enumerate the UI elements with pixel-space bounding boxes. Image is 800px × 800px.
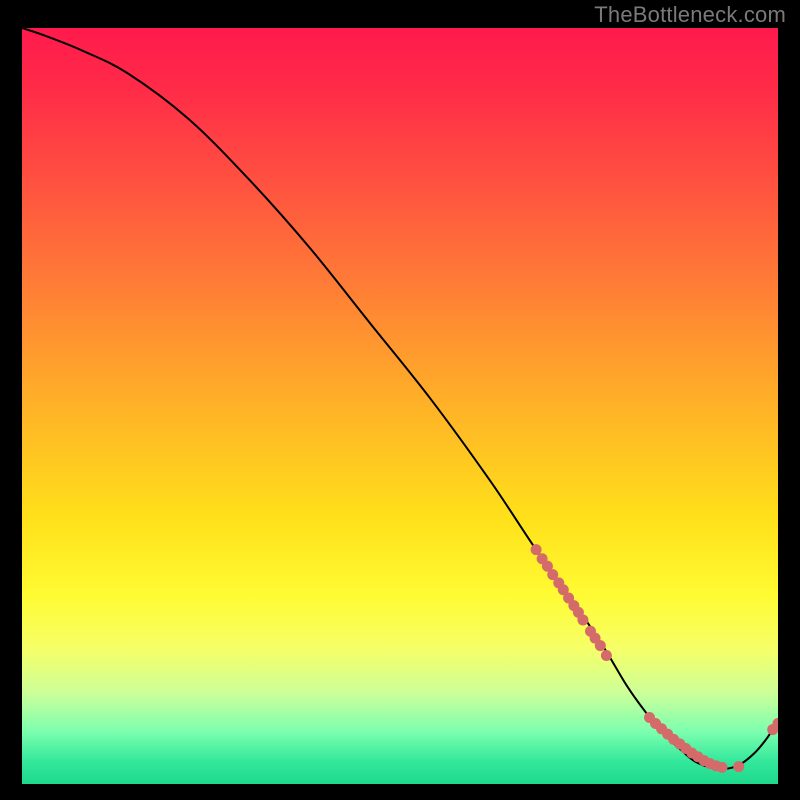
data-point [595, 640, 606, 651]
data-point [717, 762, 728, 773]
watermark-text: TheBottleneck.com [594, 2, 786, 28]
chart-stage: TheBottleneck.com [0, 0, 800, 800]
data-point [601, 650, 612, 661]
data-point [577, 614, 588, 625]
data-point [733, 761, 744, 772]
chart-svg [22, 28, 778, 784]
data-point [531, 544, 542, 555]
plot-area [22, 28, 778, 784]
gradient-background [22, 28, 778, 784]
